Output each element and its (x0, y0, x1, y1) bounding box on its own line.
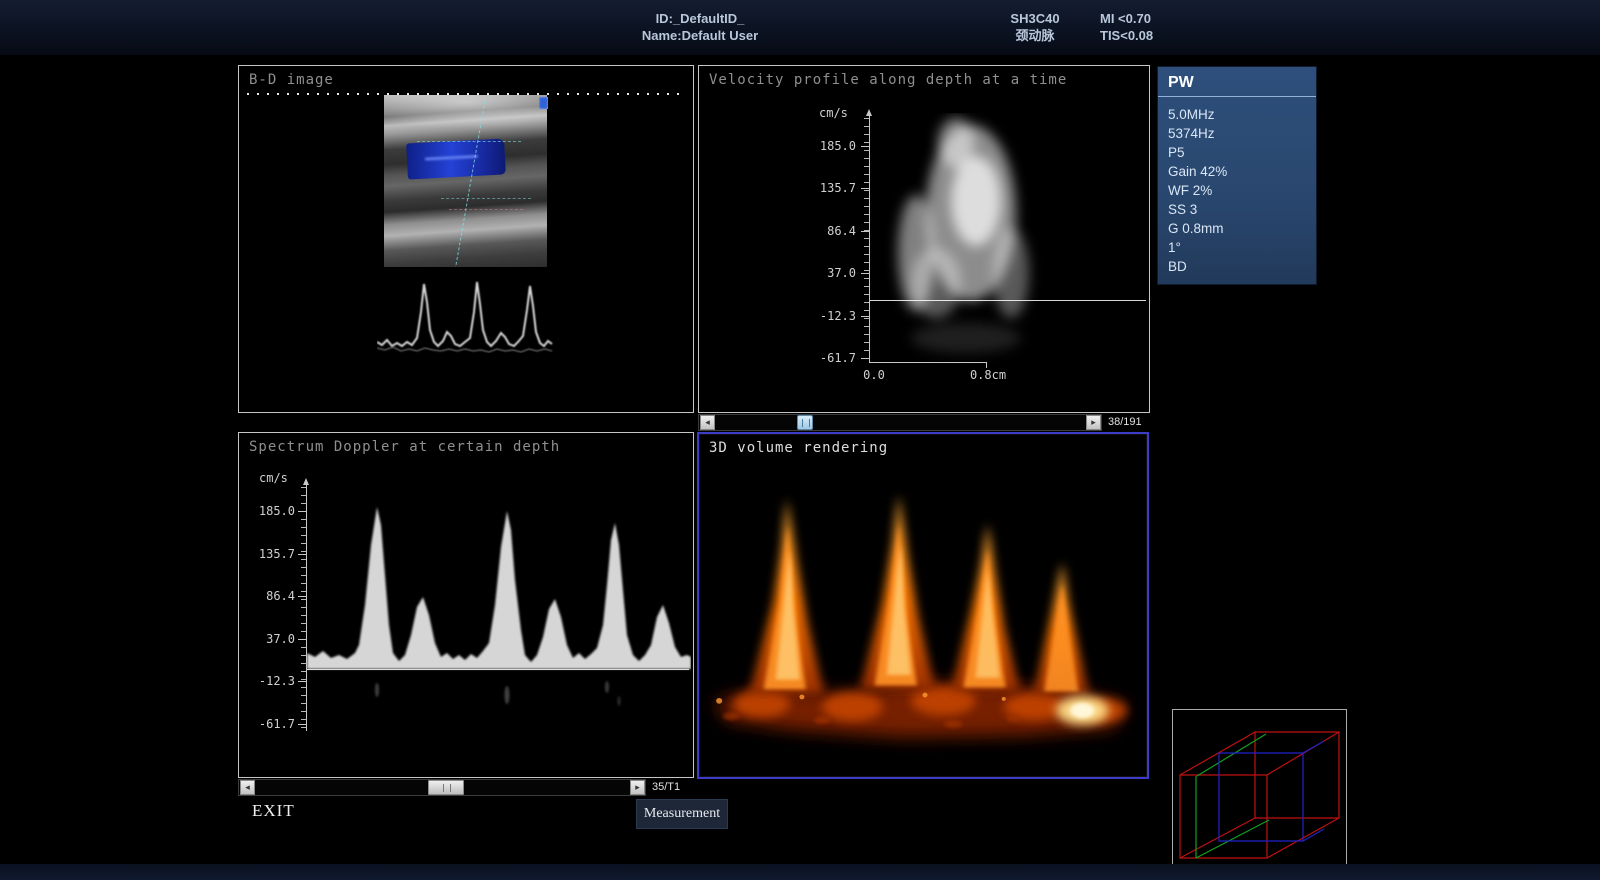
exam-preset: 颈动脉 (960, 27, 1110, 44)
time-scroll-left-button[interactable]: ◂ (240, 780, 255, 795)
y-tick-label: 86.4 (243, 589, 295, 603)
panel-velocity-profile[interactable]: Velocity profile along depth at a time c… (698, 65, 1150, 413)
y-major-tick (298, 639, 306, 640)
patient-info: ID:_DefaultID_ Name:Default User (560, 10, 840, 44)
axis-arrow-icon (866, 109, 872, 116)
color-doppler-flow-region (406, 139, 506, 180)
panel-title: 3D volume rendering (709, 440, 888, 456)
y-tick-label: 37.0 (243, 632, 295, 646)
frame-index-label: 38/191 (1108, 416, 1142, 428)
bd-spectral-waveform (377, 272, 555, 364)
probe-model: SH3C40 (960, 10, 1110, 27)
frame-scrollbar-track[interactable] (698, 414, 1102, 431)
y-major-tick (861, 188, 869, 189)
panel-title: Velocity profile along depth at a time (709, 72, 1067, 88)
x-tick-label: 0.0 (859, 368, 889, 382)
measurement-button[interactable]: Measurement (636, 799, 728, 829)
pw-frequency: 5.0MHz (1168, 105, 1306, 124)
time-scrollbar-thumb[interactable] (428, 780, 464, 795)
b-mode-ultrasound-image[interactable] (384, 95, 547, 267)
frame-scrollbar-thumb[interactable] (797, 415, 813, 430)
y-major-tick (861, 146, 869, 147)
probe-info: SH3C40 颈动脉 (960, 10, 1110, 44)
ultrasound-app-screen: ID:_DefaultID_ Name:Default User SH3C40 … (0, 0, 1600, 880)
y-tick-label: 185.0 (243, 504, 295, 518)
y-tick-label: -61.7 (243, 717, 295, 731)
y-axis-minor-ticks (864, 118, 869, 360)
time-index-label: 35/T1 (652, 781, 680, 793)
pw-bd-mode: BD (1168, 257, 1306, 276)
y-major-tick (861, 231, 869, 232)
pw-gain: Gain 42% (1168, 162, 1306, 181)
y-tick-label: -12.3 (804, 309, 856, 323)
status-bar: ID:_DefaultID_ Name:Default User SH3C40 … (0, 0, 1600, 55)
time-scroll-right-button[interactable]: ▸ (630, 780, 645, 795)
panel-title: B-D image (249, 72, 334, 88)
axis-arrow-icon (303, 478, 309, 485)
pw-sweep-speed: SS 3 (1168, 200, 1306, 219)
gate-line (449, 209, 522, 210)
gate-line (441, 198, 531, 199)
y-tick-label: 135.7 (243, 547, 295, 561)
y-major-tick (298, 511, 306, 512)
y-axis (869, 116, 870, 362)
frame-scroll-left-button[interactable]: ◂ (700, 415, 715, 430)
panel-bd-image[interactable]: B-D image (238, 65, 694, 413)
y-major-tick (861, 358, 869, 359)
velocity-profile-plot (876, 113, 1146, 368)
tis-value: TIS<0.08 (1100, 27, 1210, 44)
y-axis-minor-ticks (301, 487, 306, 729)
patient-name: Name:Default User (560, 27, 840, 44)
spectral-doppler-trace (307, 485, 691, 730)
panel-3d-volume-rendering[interactable]: 3D volume rendering (697, 432, 1149, 779)
mi-value: MI <0.70 (1100, 10, 1210, 27)
exit-button[interactable]: EXIT (246, 800, 301, 822)
panel-title: Spectrum Doppler at certain depth (249, 439, 560, 455)
y-tick-label: -61.7 (804, 351, 856, 365)
volume-orientation-cube[interactable] (1172, 709, 1347, 868)
y-major-tick (298, 596, 306, 597)
y-tick-label: 37.0 (804, 266, 856, 280)
y-major-tick (298, 554, 306, 555)
pw-wall-filter: WF 2% (1168, 181, 1306, 200)
y-major-tick (861, 273, 869, 274)
y-major-tick (298, 681, 306, 682)
pw-power: P5 (1168, 143, 1306, 162)
frame-scroll-right-button[interactable]: ▸ (1086, 415, 1101, 430)
patient-id: ID:_DefaultID_ (560, 10, 840, 27)
3d-volume-rendering-image (701, 458, 1145, 776)
y-major-tick (298, 724, 306, 725)
y-major-tick (861, 316, 869, 317)
y-tick-label: 135.7 (804, 181, 856, 195)
pw-prf: 5374Hz (1168, 124, 1306, 143)
y-tick-label: 185.0 (804, 139, 856, 153)
orientation-cube-wireframe (1173, 710, 1346, 867)
pw-gate-size: G 0.8mm (1168, 219, 1306, 238)
pw-mode-label: PW (1158, 67, 1316, 97)
acoustic-output-info: MI <0.70 TIS<0.08 (1100, 10, 1210, 44)
gate-line (417, 141, 521, 142)
bottom-strip (0, 864, 1600, 880)
y-axis-unit: cm/s (819, 106, 848, 120)
panel-spectrum-doppler[interactable]: Spectrum Doppler at certain depth cm/s 1… (238, 432, 694, 778)
pw-parameter-list: 5.0MHz 5374Hz P5 Gain 42% WF 2% SS 3 G 0… (1158, 97, 1316, 284)
x-tick-label: 0.8cm (961, 368, 1015, 382)
roi-marker-icon (539, 97, 548, 109)
y-tick-label: 86.4 (804, 224, 856, 238)
y-axis-unit: cm/s (259, 471, 288, 485)
doppler-beam-line (454, 95, 487, 267)
y-tick-label: -12.3 (243, 674, 295, 688)
pw-parameters-panel: PW 5.0MHz 5374Hz P5 Gain 42% WF 2% SS 3 … (1157, 66, 1317, 285)
pw-angle: 1° (1168, 238, 1306, 257)
